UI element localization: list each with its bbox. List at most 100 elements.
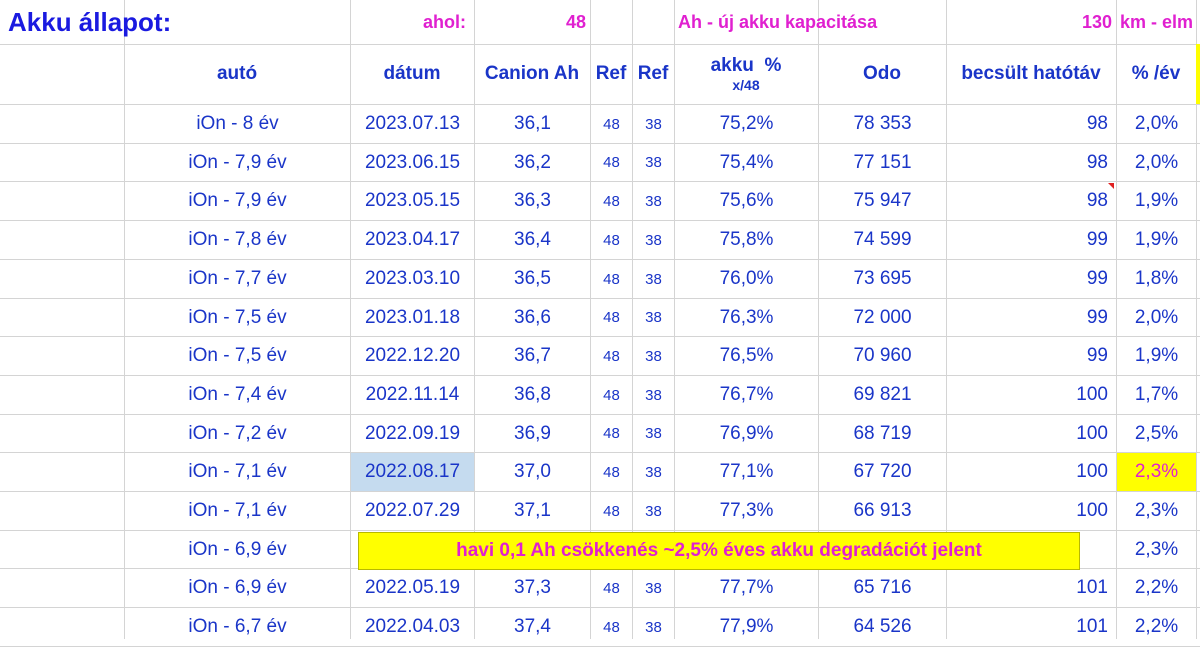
cell-ref1[interactable]: 48 [591,299,632,336]
cell-odo[interactable]: 66 913 [819,492,946,530]
cell-datum[interactable]: 2023.03.10 [351,260,474,298]
cell-auto[interactable]: iOn - 7,9 év [125,182,350,220]
cell-datum[interactable]: 2023.04.17 [351,221,474,259]
cell-ref2[interactable]: 38 [633,608,674,646]
cell-hatotav[interactable]: 101 [947,608,1116,646]
header-hatotav[interactable]: becsült hatótáv [946,44,1116,104]
cell-canion[interactable]: 36,6 [475,299,590,336]
cell-datum[interactable]: 2022.08.17 [351,453,474,491]
header-ref-2[interactable]: Ref [632,44,674,104]
cell-ref1[interactable]: 48 [591,453,632,491]
cell-akku[interactable]: 76,3% [675,299,818,336]
cell-odo[interactable]: 74 599 [819,221,946,259]
header-akku-pct[interactable]: akku % x/48 [674,44,818,104]
cell-pct[interactable]: 1,8% [1117,260,1196,298]
degradation-note[interactable]: havi 0,1 Ah csökkenés ~2,5% éves akku de… [358,532,1080,570]
cell-akku[interactable]: 77,7% [675,569,818,607]
cell-auto[interactable]: iOn - 7,5 év [125,299,350,336]
cell-canion[interactable]: 36,5 [475,260,590,298]
cell-ref1[interactable]: 48 [591,415,632,452]
cell-ref1[interactable]: 48 [591,221,632,259]
cell-odo[interactable]: 70 960 [819,337,946,375]
cell-auto[interactable]: iOn - 7,4 év [125,376,350,414]
cell-odo[interactable]: 72 000 [819,299,946,336]
cell-pct[interactable]: 2,3% [1117,492,1196,530]
cell-datum[interactable]: 2022.05.19 [351,569,474,607]
cell-hatotav[interactable]: 101 [947,569,1116,607]
cell-ref1[interactable]: 48 [591,260,632,298]
cell-akku[interactable]: 77,3% [675,492,818,530]
cell-ref1[interactable]: 48 [591,105,632,143]
cell-ref2[interactable]: 38 [633,221,674,259]
comment-indicator[interactable] [1108,183,1114,189]
header-pct-ev[interactable]: % /év [1116,44,1196,104]
cell-pct[interactable]: 2,0% [1117,299,1196,336]
cell-akku[interactable]: 75,2% [675,105,818,143]
cell-hatotav[interactable]: 100 [947,453,1116,491]
cell-hatotav[interactable]: 98 [947,182,1116,220]
cell-canion[interactable]: 36,4 [475,221,590,259]
cell-odo[interactable]: 77 151 [819,144,946,181]
cell-datum[interactable]: 2022.04.03 [351,608,474,646]
cell-auto[interactable]: iOn - 7,1 év [125,492,350,530]
header-ref-1[interactable]: Ref [590,44,632,104]
range-note[interactable]: km - elm [1116,0,1200,44]
ahol-label[interactable]: ahol: [350,0,474,44]
cell-auto[interactable]: iOn - 7,1 év [125,453,350,491]
cell-datum[interactable]: 2023.01.18 [351,299,474,336]
header-datum[interactable]: dátum [350,44,474,104]
cell-auto[interactable]: iOn - 7,5 év [125,337,350,375]
cell-pct[interactable]: 2,5% [1117,415,1196,452]
cell-ref2[interactable]: 38 [633,260,674,298]
cell-odo[interactable]: 73 695 [819,260,946,298]
cell-akku[interactable]: 77,9% [675,608,818,646]
cell-auto[interactable]: iOn - 7,2 év [125,415,350,452]
cell-datum[interactable]: 2022.09.19 [351,415,474,452]
cell-ref1[interactable]: 48 [591,182,632,220]
cell-canion[interactable]: 36,7 [475,337,590,375]
cell-datum[interactable]: 2023.06.15 [351,144,474,181]
sheet-title[interactable]: Akku állapot: [4,0,344,44]
cell-datum[interactable]: 2022.12.20 [351,337,474,375]
cell-auto[interactable]: iOn - 7,7 év [125,260,350,298]
cell-pct[interactable]: 2,3% [1117,453,1196,491]
cell-ref2[interactable]: 38 [633,492,674,530]
cell-canion[interactable]: 37,1 [475,492,590,530]
cell-pct[interactable]: 1,7% [1117,376,1196,414]
cell-hatotav[interactable]: 98 [947,105,1116,143]
cell-ref2[interactable]: 38 [633,569,674,607]
cell-pct[interactable]: 1,9% [1117,221,1196,259]
cell-akku[interactable]: 75,4% [675,144,818,181]
cell-pct[interactable]: 1,9% [1117,337,1196,375]
cell-datum[interactable]: 2022.11.14 [351,376,474,414]
cell-auto[interactable]: iOn - 6,9 év [125,569,350,607]
cell-odo[interactable]: 64 526 [819,608,946,646]
cell-odo[interactable]: 78 353 [819,105,946,143]
cell-auto[interactable]: iOn - 6,9 év [125,531,350,568]
cell-ref2[interactable]: 38 [633,299,674,336]
cell-hatotav[interactable]: 98 [947,144,1116,181]
cell-pct[interactable]: 1,9% [1117,182,1196,220]
cell-canion[interactable]: 37,4 [475,608,590,646]
capacity-note[interactable]: Ah - új akku kapacitása [674,0,946,44]
cell-hatotav[interactable]: 100 [947,376,1116,414]
cell-akku[interactable]: 77,1% [675,453,818,491]
cell-canion[interactable]: 36,3 [475,182,590,220]
header-auto[interactable]: autó [124,44,350,104]
header-canion-ah[interactable]: Canion Ah [474,44,590,104]
cell-akku[interactable]: 76,0% [675,260,818,298]
header-odo[interactable]: Odo [818,44,946,104]
cell-ref2[interactable]: 38 [633,182,674,220]
cell-ref2[interactable]: 38 [633,376,674,414]
cell-canion[interactable]: 36,8 [475,376,590,414]
range-value[interactable]: 130 [946,0,1116,44]
cell-pct[interactable]: 2,3% [1117,531,1196,568]
cell-pct[interactable]: 2,0% [1117,105,1196,143]
cell-ref1[interactable]: 48 [591,376,632,414]
cell-odo[interactable]: 68 719 [819,415,946,452]
cell-akku[interactable]: 75,6% [675,182,818,220]
cell-ref1[interactable]: 48 [591,144,632,181]
cell-akku[interactable]: 76,7% [675,376,818,414]
cell-ref2[interactable]: 38 [633,453,674,491]
cell-canion[interactable]: 37,3 [475,569,590,607]
